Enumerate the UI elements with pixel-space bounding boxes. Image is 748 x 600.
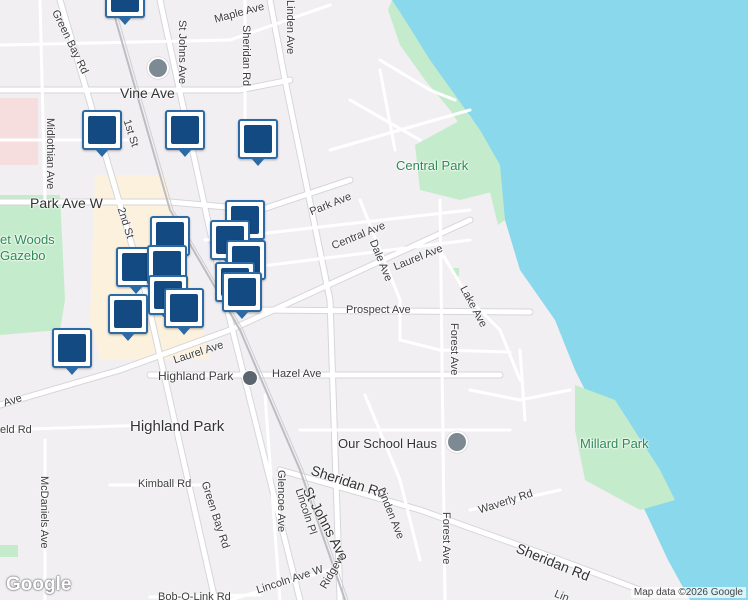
shopping-pin[interactable] (222, 272, 262, 319)
partial-pin[interactable] (105, 0, 145, 25)
shopping-cart-icon (88, 116, 116, 144)
park-label: et Woods Gazebo (0, 232, 55, 263)
graduation-cap-icon (171, 116, 199, 144)
shopping-cart-icon (114, 300, 142, 328)
shopping-cart-pin[interactable] (82, 110, 122, 157)
university-icon[interactable] (147, 57, 169, 79)
street-label: Midlothian Ave (44, 118, 56, 190)
shopping-cart-pin[interactable] (108, 294, 148, 341)
train-station-icon[interactable] (242, 370, 258, 386)
park-label: Millard Park (580, 436, 649, 451)
street-label: eld Rd (0, 424, 32, 436)
city-label: Highland Park (130, 418, 225, 435)
map-attribution[interactable]: Map data ©2026 Google (630, 587, 746, 598)
street-label: Hazel Ave (272, 368, 322, 380)
street-label: Bob-O-Link Rd (158, 591, 231, 600)
coffee-cup-icon (170, 294, 198, 322)
park-label: Central Park (396, 158, 469, 173)
street-label: Prospect Ave (346, 304, 411, 316)
street-label: Forest Ave (448, 323, 460, 376)
coffee-pin[interactable] (52, 328, 92, 375)
station-label: Highland Park (158, 369, 234, 383)
coffee-cup-icon (122, 253, 150, 281)
map-canvas[interactable]: Green Bay Rd St Johns Ave Linden Ave Map… (0, 0, 748, 600)
street-label: Glencoe Ave (275, 470, 287, 533)
street-label: Sheridan Rd (240, 25, 252, 87)
google-logo: Google (6, 574, 72, 595)
graduation-cap-icon (244, 125, 272, 153)
street-label: Kimball Rd (138, 478, 192, 490)
school-pin[interactable] (165, 110, 205, 157)
street-label: Linden Ave (284, 0, 296, 55)
street-label: Park Ave W (30, 195, 103, 211)
school-pin[interactable] (238, 119, 278, 166)
shopping-bag-icon (228, 278, 256, 306)
coffee-pin[interactable] (164, 288, 204, 335)
street-label: Forest Ave (440, 512, 452, 565)
coffee-cup-icon (58, 334, 86, 362)
place-icon (111, 0, 139, 12)
street-label: McDaniels Ave (38, 476, 50, 549)
street-label: St Johns Ave (176, 20, 188, 85)
poi-label: Our School Haus (338, 436, 437, 451)
school-poi-icon[interactable] (446, 431, 468, 453)
west-park-area (0, 195, 65, 335)
street-label: Vine Ave (120, 85, 175, 101)
